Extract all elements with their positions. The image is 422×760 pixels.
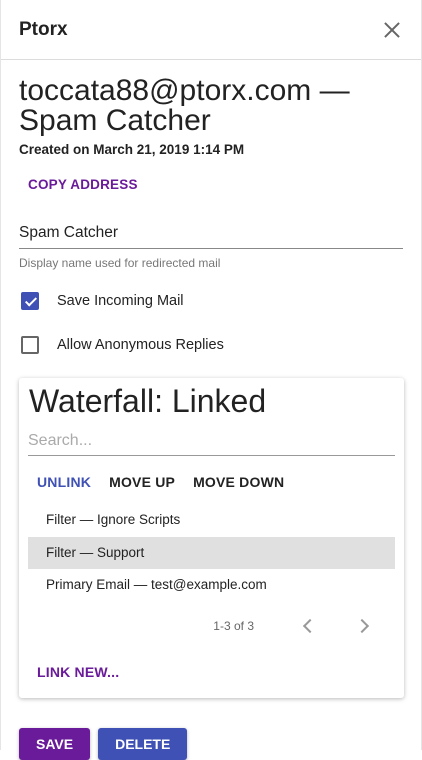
waterfall-card: Waterfall: Linked Search... Unlink Move … bbox=[19, 378, 404, 698]
waterfall-list: Filter — Ignore Scripts Filter — Support… bbox=[28, 504, 395, 602]
allow-anonymous-replies-checkbox[interactable] bbox=[21, 336, 39, 354]
form-actions: Save Delete bbox=[19, 728, 188, 760]
app-bar: Ptorx bbox=[1, 0, 421, 60]
delete-button[interactable]: Delete bbox=[98, 728, 188, 760]
save-incoming-mail-option[interactable]: Save Incoming Mail bbox=[19, 290, 403, 312]
save-button[interactable]: Save bbox=[19, 728, 91, 760]
search-placeholder: Search... bbox=[28, 432, 93, 449]
waterfall-actions: Unlink Move Up Move Down bbox=[37, 474, 395, 490]
close-icon[interactable] bbox=[381, 19, 403, 41]
alias-address: toccata88@ptorx.com — bbox=[19, 74, 350, 107]
move-up-button[interactable]: Move Up bbox=[109, 474, 175, 490]
waterfall-search-input[interactable]: Search... bbox=[28, 432, 395, 456]
chevron-left-icon[interactable] bbox=[302, 618, 318, 633]
display-name-field[interactable]: Spam Catcher Display name used for redir… bbox=[19, 224, 403, 270]
created-date: Created on March 21, 2019 1:14 PM bbox=[19, 142, 245, 157]
pagination: 1-3 of 3 bbox=[28, 616, 395, 636]
list-item[interactable]: Filter — Ignore Scripts bbox=[28, 504, 395, 537]
chevron-right-icon[interactable] bbox=[354, 618, 370, 633]
allow-anonymous-replies-label: Allow Anonymous Replies bbox=[57, 337, 224, 353]
allow-anonymous-replies-option[interactable]: Allow Anonymous Replies bbox=[19, 334, 403, 356]
pagination-range: 1-3 of 3 bbox=[213, 618, 254, 633]
link-new-button[interactable]: Link New... bbox=[37, 664, 119, 680]
list-item-selected[interactable]: Filter — Support bbox=[28, 536, 395, 569]
move-down-button[interactable]: Move Down bbox=[193, 474, 284, 490]
save-incoming-mail-checkbox[interactable] bbox=[21, 292, 39, 310]
copy-address-button[interactable]: Copy Address bbox=[28, 177, 138, 192]
save-incoming-mail-label: Save Incoming Mail bbox=[57, 293, 184, 309]
waterfall-title: Waterfall: Linked bbox=[29, 383, 267, 419]
alias-name: Spam Catcher bbox=[19, 104, 211, 137]
display-name-input[interactable]: Spam Catcher bbox=[19, 224, 403, 249]
alias-details: toccata88@ptorx.com — Spam Catcher Creat… bbox=[1, 76, 421, 356]
display-name-hint: Display name used for redirected mail bbox=[19, 256, 221, 270]
unlink-button[interactable]: Unlink bbox=[37, 474, 91, 490]
list-item[interactable]: Primary Email — test@example.com bbox=[28, 569, 395, 602]
alias-heading: toccata88@ptorx.com — Spam Catcher bbox=[19, 76, 403, 136]
app-title: Ptorx bbox=[19, 18, 68, 40]
